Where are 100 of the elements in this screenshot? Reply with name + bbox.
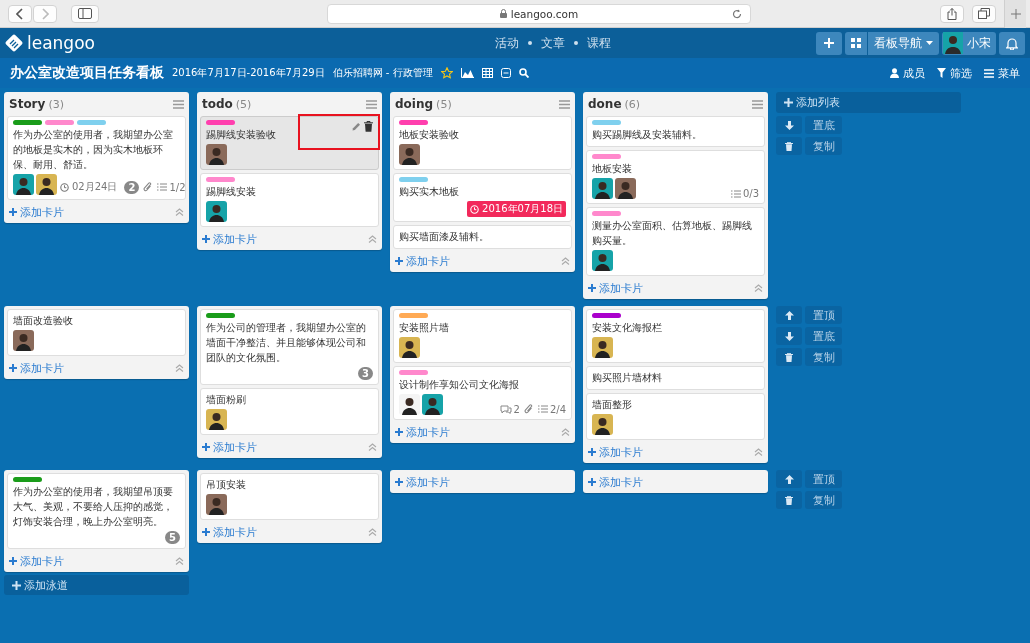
pin-top-button[interactable]: 置顶 xyxy=(805,470,842,488)
checklist-count: 1/2 xyxy=(169,181,186,193)
copy-button[interactable]: 复制 xyxy=(805,491,842,509)
address-bar[interactable]: leangoo.com xyxy=(327,3,751,24)
card-title: 安装文化海报栏 xyxy=(592,321,663,335)
tabs-button[interactable] xyxy=(972,4,996,23)
add-card-link[interactable]: 添加卡片 xyxy=(9,360,64,376)
add-card-link[interactable]: 添加卡片 xyxy=(588,280,643,296)
list-count: (6) xyxy=(624,98,641,111)
nav-link[interactable]: 课程 xyxy=(587,34,611,52)
task-card[interactable]: 墙面改造验收 xyxy=(7,309,186,356)
grid-icon xyxy=(851,38,861,48)
menu-icon[interactable] xyxy=(366,99,377,109)
task-card[interactable]: 购买墙面漆及辅料。 xyxy=(393,225,572,249)
copy-button[interactable]: 复制 xyxy=(805,137,842,155)
add-card-link[interactable]: 添加卡片 xyxy=(202,439,257,455)
plus-icon xyxy=(395,428,403,436)
task-card[interactable]: 作为办公室的使用者，我期望办公室的地板是实木的，因为实木地板环保、耐用、舒适。 02月24日 2 1/2 xyxy=(7,116,186,200)
url-text: leangoo.com xyxy=(510,7,579,20)
back-button[interactable] xyxy=(8,4,32,23)
edit-icon[interactable] xyxy=(352,122,361,131)
arrow-down-icon xyxy=(784,120,794,130)
arrow-up-icon xyxy=(784,474,794,484)
pin-bottom-button[interactable]: 置底 xyxy=(805,327,842,345)
caret-icon xyxy=(926,41,933,45)
task-card[interactable]: 墙面整形 xyxy=(586,393,765,440)
plus-icon xyxy=(588,284,596,292)
add-card-link[interactable]: 添加卡片 xyxy=(395,424,450,440)
add-card-link[interactable]: 添加卡片 xyxy=(202,231,257,247)
notification-button[interactable] xyxy=(999,31,1025,55)
card-title: 测量办公室面积、估算地板、踢脚线购买量。 xyxy=(592,219,753,248)
task-card[interactable]: 购买实木地板 2016年07月18日 xyxy=(393,173,572,222)
user-menu-button[interactable]: 小宋 xyxy=(942,31,996,55)
task-card[interactable]: 测量办公室面积、估算地板、踢脚线购买量。 xyxy=(586,207,765,276)
sidebar-button[interactable] xyxy=(71,4,99,23)
list-count: (5) xyxy=(235,98,252,111)
add-lane-button[interactable]: 添加泳道 xyxy=(4,575,189,595)
delete-icon[interactable] xyxy=(364,121,373,132)
share-button[interactable] xyxy=(940,4,964,23)
reload-icon[interactable] xyxy=(732,8,742,19)
list-title: done xyxy=(588,97,622,111)
task-card[interactable]: 购买照片墙材料 xyxy=(586,366,765,390)
menu-icon[interactable] xyxy=(173,99,184,109)
add-card-link[interactable]: 添加卡片 xyxy=(9,553,64,569)
task-card[interactable]: 踢脚线安装 xyxy=(200,173,379,227)
task-card[interactable]: 安装文化海报栏 xyxy=(586,309,765,363)
task-card[interactable]: 安装照片墙 xyxy=(393,309,572,363)
card-title: 墙面改造验收 xyxy=(13,314,74,328)
card-title: 购买照片墙材料 xyxy=(592,371,663,385)
menu-link[interactable]: 菜单 xyxy=(984,65,1020,81)
move-up-button[interactable] xyxy=(776,306,802,324)
task-card[interactable]: 作为办公室的使用者，我期望吊顶要大气、美观，不要给人压抑的感觉，灯饰安装合理，晚上办公室明亮。 5 xyxy=(7,473,186,549)
plus-icon xyxy=(784,98,793,107)
table-icon[interactable] xyxy=(481,68,493,78)
task-card[interactable]: 吊顶安装 xyxy=(200,473,379,520)
add-list-button[interactable]: 添加列表 xyxy=(776,92,961,113)
card-title: 踢脚线安装验收 xyxy=(206,128,277,142)
sidebar-icon xyxy=(78,8,92,19)
star-icon[interactable] xyxy=(440,67,453,79)
card-title: 墙面粉刷 xyxy=(206,393,247,407)
chart-icon[interactable] xyxy=(460,68,474,78)
search-icon[interactable] xyxy=(518,68,529,78)
delete-button[interactable] xyxy=(776,348,802,366)
card-title: 设计制作享知公司文化海报 xyxy=(399,378,520,392)
add-card-link[interactable]: 添加卡片 xyxy=(588,474,643,490)
add-button[interactable] xyxy=(816,31,842,55)
menu-icon[interactable] xyxy=(559,99,570,109)
card-title: 购买墙面漆及辅料。 xyxy=(399,230,490,244)
task-card[interactable]: 地板安装 0/3 xyxy=(586,150,765,204)
add-card-link[interactable]: 添加卡片 xyxy=(202,524,257,540)
add-card-link[interactable]: 添加卡片 xyxy=(395,474,450,490)
checklist-icon xyxy=(537,405,548,413)
due-date: 02月24日 xyxy=(72,180,118,194)
copy-button[interactable]: 复制 xyxy=(805,348,842,366)
menu-icon[interactable] xyxy=(752,99,763,109)
task-card[interactable]: 作为公司的管理者，我期望办公室的墙面干净整洁、并且能够体现公司和团队的文化氛围。 3 xyxy=(200,309,379,385)
board-nav-button[interactable]: 看板导航 xyxy=(845,31,939,55)
pin-bottom-button[interactable]: 置底 xyxy=(805,116,842,134)
task-card[interactable]: 踢脚线安装验收 xyxy=(200,116,379,170)
add-card-link[interactable]: 添加卡片 xyxy=(9,204,64,220)
team-name[interactable]: 伯乐招聘网 - 行政管理 xyxy=(332,66,433,80)
delete-button[interactable] xyxy=(776,137,802,155)
task-card[interactable]: 地板安装验收 xyxy=(393,116,572,170)
task-card[interactable]: 购买踢脚线及安装辅料。 xyxy=(586,116,765,147)
nav-link[interactable]: 活动 xyxy=(495,34,519,52)
add-card-link[interactable]: 添加卡片 xyxy=(395,253,450,269)
nav-link[interactable]: 文章 xyxy=(541,34,565,52)
card-title: 墙面整形 xyxy=(592,398,633,412)
task-card[interactable]: 设计制作享知公司文化海报 2 2/4 xyxy=(393,366,572,420)
filter-link[interactable]: 筛选 xyxy=(937,65,972,81)
board-title: 办公室改造项目任务看板 xyxy=(10,64,164,82)
pin-top-button[interactable]: 置顶 xyxy=(805,306,842,324)
move-down-button[interactable] xyxy=(776,116,802,134)
add-card-link[interactable]: 添加卡片 xyxy=(588,444,643,460)
task-card[interactable]: 墙面粉刷 xyxy=(200,388,379,435)
brand-name[interactable]: leangoo xyxy=(27,33,95,53)
move-up-button[interactable] xyxy=(776,470,802,488)
delete-button[interactable] xyxy=(776,491,802,509)
move-down-button[interactable] xyxy=(776,327,802,345)
members-link[interactable]: 成员 xyxy=(890,65,925,81)
